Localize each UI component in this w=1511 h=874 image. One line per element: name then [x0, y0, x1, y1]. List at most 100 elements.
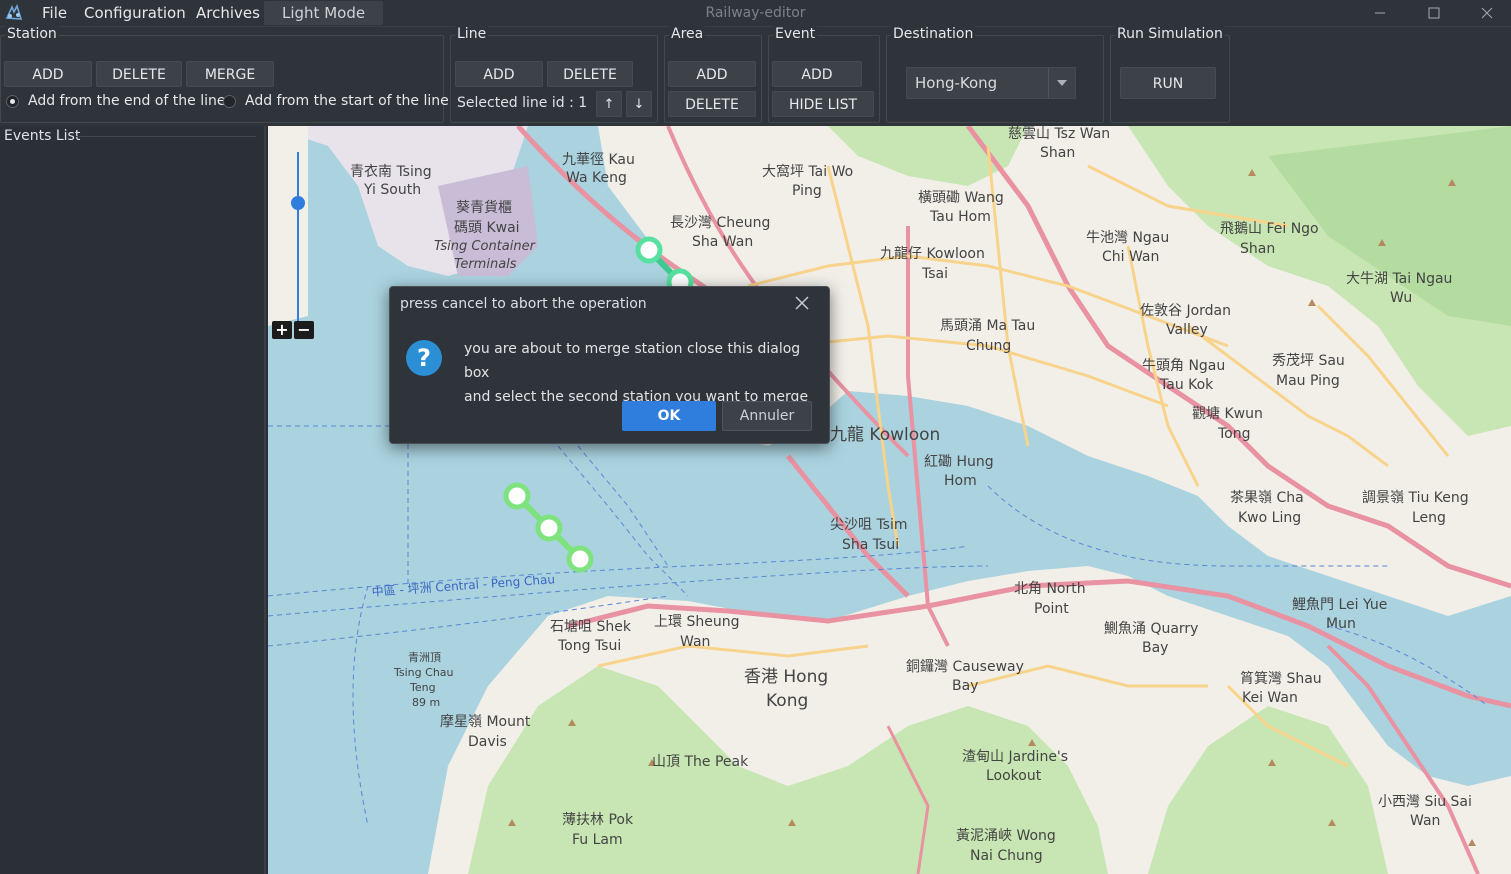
zoom-in-button[interactable]: +: [272, 321, 292, 339]
map-label-cheung-sha-wan: 長沙灣 Cheung: [670, 215, 770, 231]
radio-add-start[interactable]: Add from the start of the line: [223, 93, 449, 109]
map-label-tai-wo-ping2: Ping: [792, 183, 822, 199]
station-marker[interactable]: [535, 514, 563, 542]
map-label-mount-davis2: Davis: [468, 734, 507, 750]
map-label-quarry: 鰂魚涌 Quarry: [1104, 621, 1198, 637]
map-label-tsing-chau-teng: 青洲頂: [408, 651, 441, 664]
map-label-tsz-wan2: Shan: [1040, 145, 1075, 161]
map-canvas[interactable]: 九龍 Kowloon 香港 Hong Kong 尖沙咀 Tsim Sha Tsu…: [268, 126, 1511, 874]
close-icon[interactable]: [793, 294, 811, 312]
map-label-tai-ngau-wu2: Wu: [1390, 290, 1412, 306]
map-label-jordan-valley2: Valley: [1166, 322, 1208, 338]
radio-add-start-label: Add from the start of the line: [245, 93, 449, 109]
area-delete-button[interactable]: DELETE: [668, 91, 756, 117]
map-label-tsing-yi: 青衣南 Tsing: [350, 164, 432, 180]
map-label-kowloon-tsai2: Tsai: [921, 266, 948, 282]
station-group-harbour[interactable]: [503, 482, 594, 573]
line-group-title: Line: [455, 26, 489, 42]
map-label-sau-mau-ping2: Mau Ping: [1276, 373, 1340, 389]
map-label-shek-tong: 石塘咀 Shek: [550, 619, 632, 635]
run-button[interactable]: RUN: [1120, 67, 1216, 99]
chevron-down-icon: [1057, 80, 1067, 86]
events-list-panel: Events List: [0, 126, 266, 874]
map-label-siu-sai-wan: 小西灣 Siu Sai: [1378, 794, 1472, 810]
line-add-button[interactable]: ADD: [455, 61, 543, 87]
menu-archives[interactable]: Archives: [196, 0, 260, 26]
map-label-tai-ngau-wu: 大牛湖 Tai Ngau: [1346, 271, 1452, 287]
map-label-tsim-sha-tsui: 尖沙咀 Tsim: [830, 517, 908, 533]
map-label-tsing-yi2: Yi South: [363, 182, 421, 198]
close-window-button[interactable]: [1465, 0, 1509, 26]
menu-file[interactable]: File: [42, 0, 67, 26]
map-label-tsz-wan: 慈雲山 Tsz Wan: [1008, 126, 1110, 142]
radio-add-end[interactable]: Add from the end of the line: [6, 93, 225, 109]
map-label-hung-hom: 紅磡 Hung: [924, 454, 994, 470]
dropdown-button[interactable]: [1048, 68, 1075, 98]
cancel-button[interactable]: Annuler: [722, 401, 812, 431]
map-label-wong-nai-chung2: Nai Chung: [970, 848, 1043, 864]
map-label-wang-tau-hom: 橫頭磡 Wang: [918, 190, 1004, 206]
event-add-button[interactable]: ADD: [772, 61, 862, 87]
destination-select[interactable]: Hong-Kong: [906, 67, 1076, 99]
map-label-causeway2: Bay: [952, 678, 978, 694]
map-label-shau-kei-wan: 筲箕灣 Shau: [1240, 670, 1322, 687]
maximize-icon: [1428, 7, 1440, 19]
map-label-cha-kwo-ling: 茶果嶺 Cha: [1230, 490, 1304, 506]
event-group-title: Event: [773, 26, 818, 42]
light-mode-toggle[interactable]: Light Mode: [264, 1, 384, 25]
map-label-tsim-sha-tsui2: Sha Tsui: [842, 537, 899, 553]
area-add-button[interactable]: ADD: [668, 61, 756, 87]
menu-configuration[interactable]: Configuration: [84, 0, 186, 26]
radio-indicator-off: [223, 94, 236, 108]
line-down-button[interactable]: ↓: [626, 91, 652, 117]
ok-button[interactable]: OK: [622, 401, 716, 431]
simulation-group-title: Run Simulation: [1115, 26, 1225, 42]
station-marker[interactable]: [635, 236, 663, 264]
zoom-out-button[interactable]: −: [294, 321, 314, 339]
map-label-ngau-tau-kok: 牛頭角 Ngau: [1142, 358, 1225, 374]
line-delete-button[interactable]: DELETE: [547, 61, 633, 87]
radio-indicator-on: [6, 94, 19, 108]
radio-add-end-label: Add from the end of the line: [28, 93, 226, 109]
map-label-tsing-chau-teng3: Teng: [409, 681, 436, 694]
map-label-north-point: 北角 North: [1014, 581, 1086, 597]
map-label-sheung-wan: 上環 Sheung: [654, 614, 739, 630]
map-label-kau-wa-keng: 九華徑 Kau: [562, 152, 635, 168]
map-label-wang-tau-hom2: Tau Hom: [929, 209, 991, 225]
map-label-tiu-keng-leng: 調景嶺 Tiu Keng: [1362, 490, 1469, 506]
map-label-kwun-tong: 觀塘 Kwun: [1192, 406, 1263, 422]
selected-line-label: Selected line id : 1: [457, 95, 588, 111]
map-label-shek-tong2: Tong Tsui: [557, 638, 621, 654]
dialog-message-line-1: you are about to merge station close thi…: [464, 341, 801, 381]
maximize-button[interactable]: [1412, 0, 1456, 26]
dialog-title: press cancel to abort the operation: [400, 296, 647, 312]
dialog-message: you are about to merge station close thi…: [464, 337, 824, 409]
toolbar: Station ADD DELETE MERGE Add from the en…: [0, 26, 1511, 127]
event-hide-list-button[interactable]: HIDE LIST: [772, 91, 874, 117]
station-add-button[interactable]: ADD: [4, 61, 92, 87]
map-label-tiu-keng-leng2: Leng: [1412, 510, 1446, 526]
station-marker[interactable]: [503, 482, 531, 510]
map-label-tsing-chau-teng2: Tsing Chau: [393, 666, 454, 679]
merge-dialog: press cancel to abort the operation ? yo…: [389, 286, 830, 444]
map-label-ngau-tau-kok2: Tau Kok: [1159, 377, 1214, 393]
map-label-jardine: 渣甸山 Jardine's: [962, 749, 1068, 765]
line-station-marker[interactable]: [291, 196, 305, 210]
map-label-hong-kong: 香港 Hong: [744, 667, 828, 687]
line-up-button[interactable]: ↑: [596, 91, 622, 117]
close-icon: [1481, 7, 1493, 19]
map-label-pok-fu-lam2: Fu Lam: [572, 832, 623, 848]
map-label-wong-nai-chung: 黃泥涌峽 Wong: [956, 828, 1056, 844]
map-label-shau-kei-wan2: Kei Wan: [1242, 690, 1298, 706]
map-label-the-peak: 山頂 The Peak: [652, 754, 749, 770]
map-view[interactable]: 九龍 Kowloon 香港 Hong Kong 尖沙咀 Tsim Sha Tsu…: [268, 126, 1511, 874]
minimize-button[interactable]: [1358, 0, 1402, 26]
map-label-ma-tau-chung2: Chung: [966, 338, 1011, 354]
map-label-kwai-chung4: Terminals: [454, 257, 517, 272]
map-label-fei-ngo-shan: 飛鵝山 Fei Ngo: [1220, 221, 1319, 237]
map-label-causeway: 銅鑼灣 Causeway: [906, 659, 1024, 675]
station-merge-button[interactable]: MERGE: [186, 61, 274, 87]
railway-logo-icon: [5, 3, 23, 20]
station-marker[interactable]: [566, 545, 594, 573]
station-delete-button[interactable]: DELETE: [96, 61, 182, 87]
